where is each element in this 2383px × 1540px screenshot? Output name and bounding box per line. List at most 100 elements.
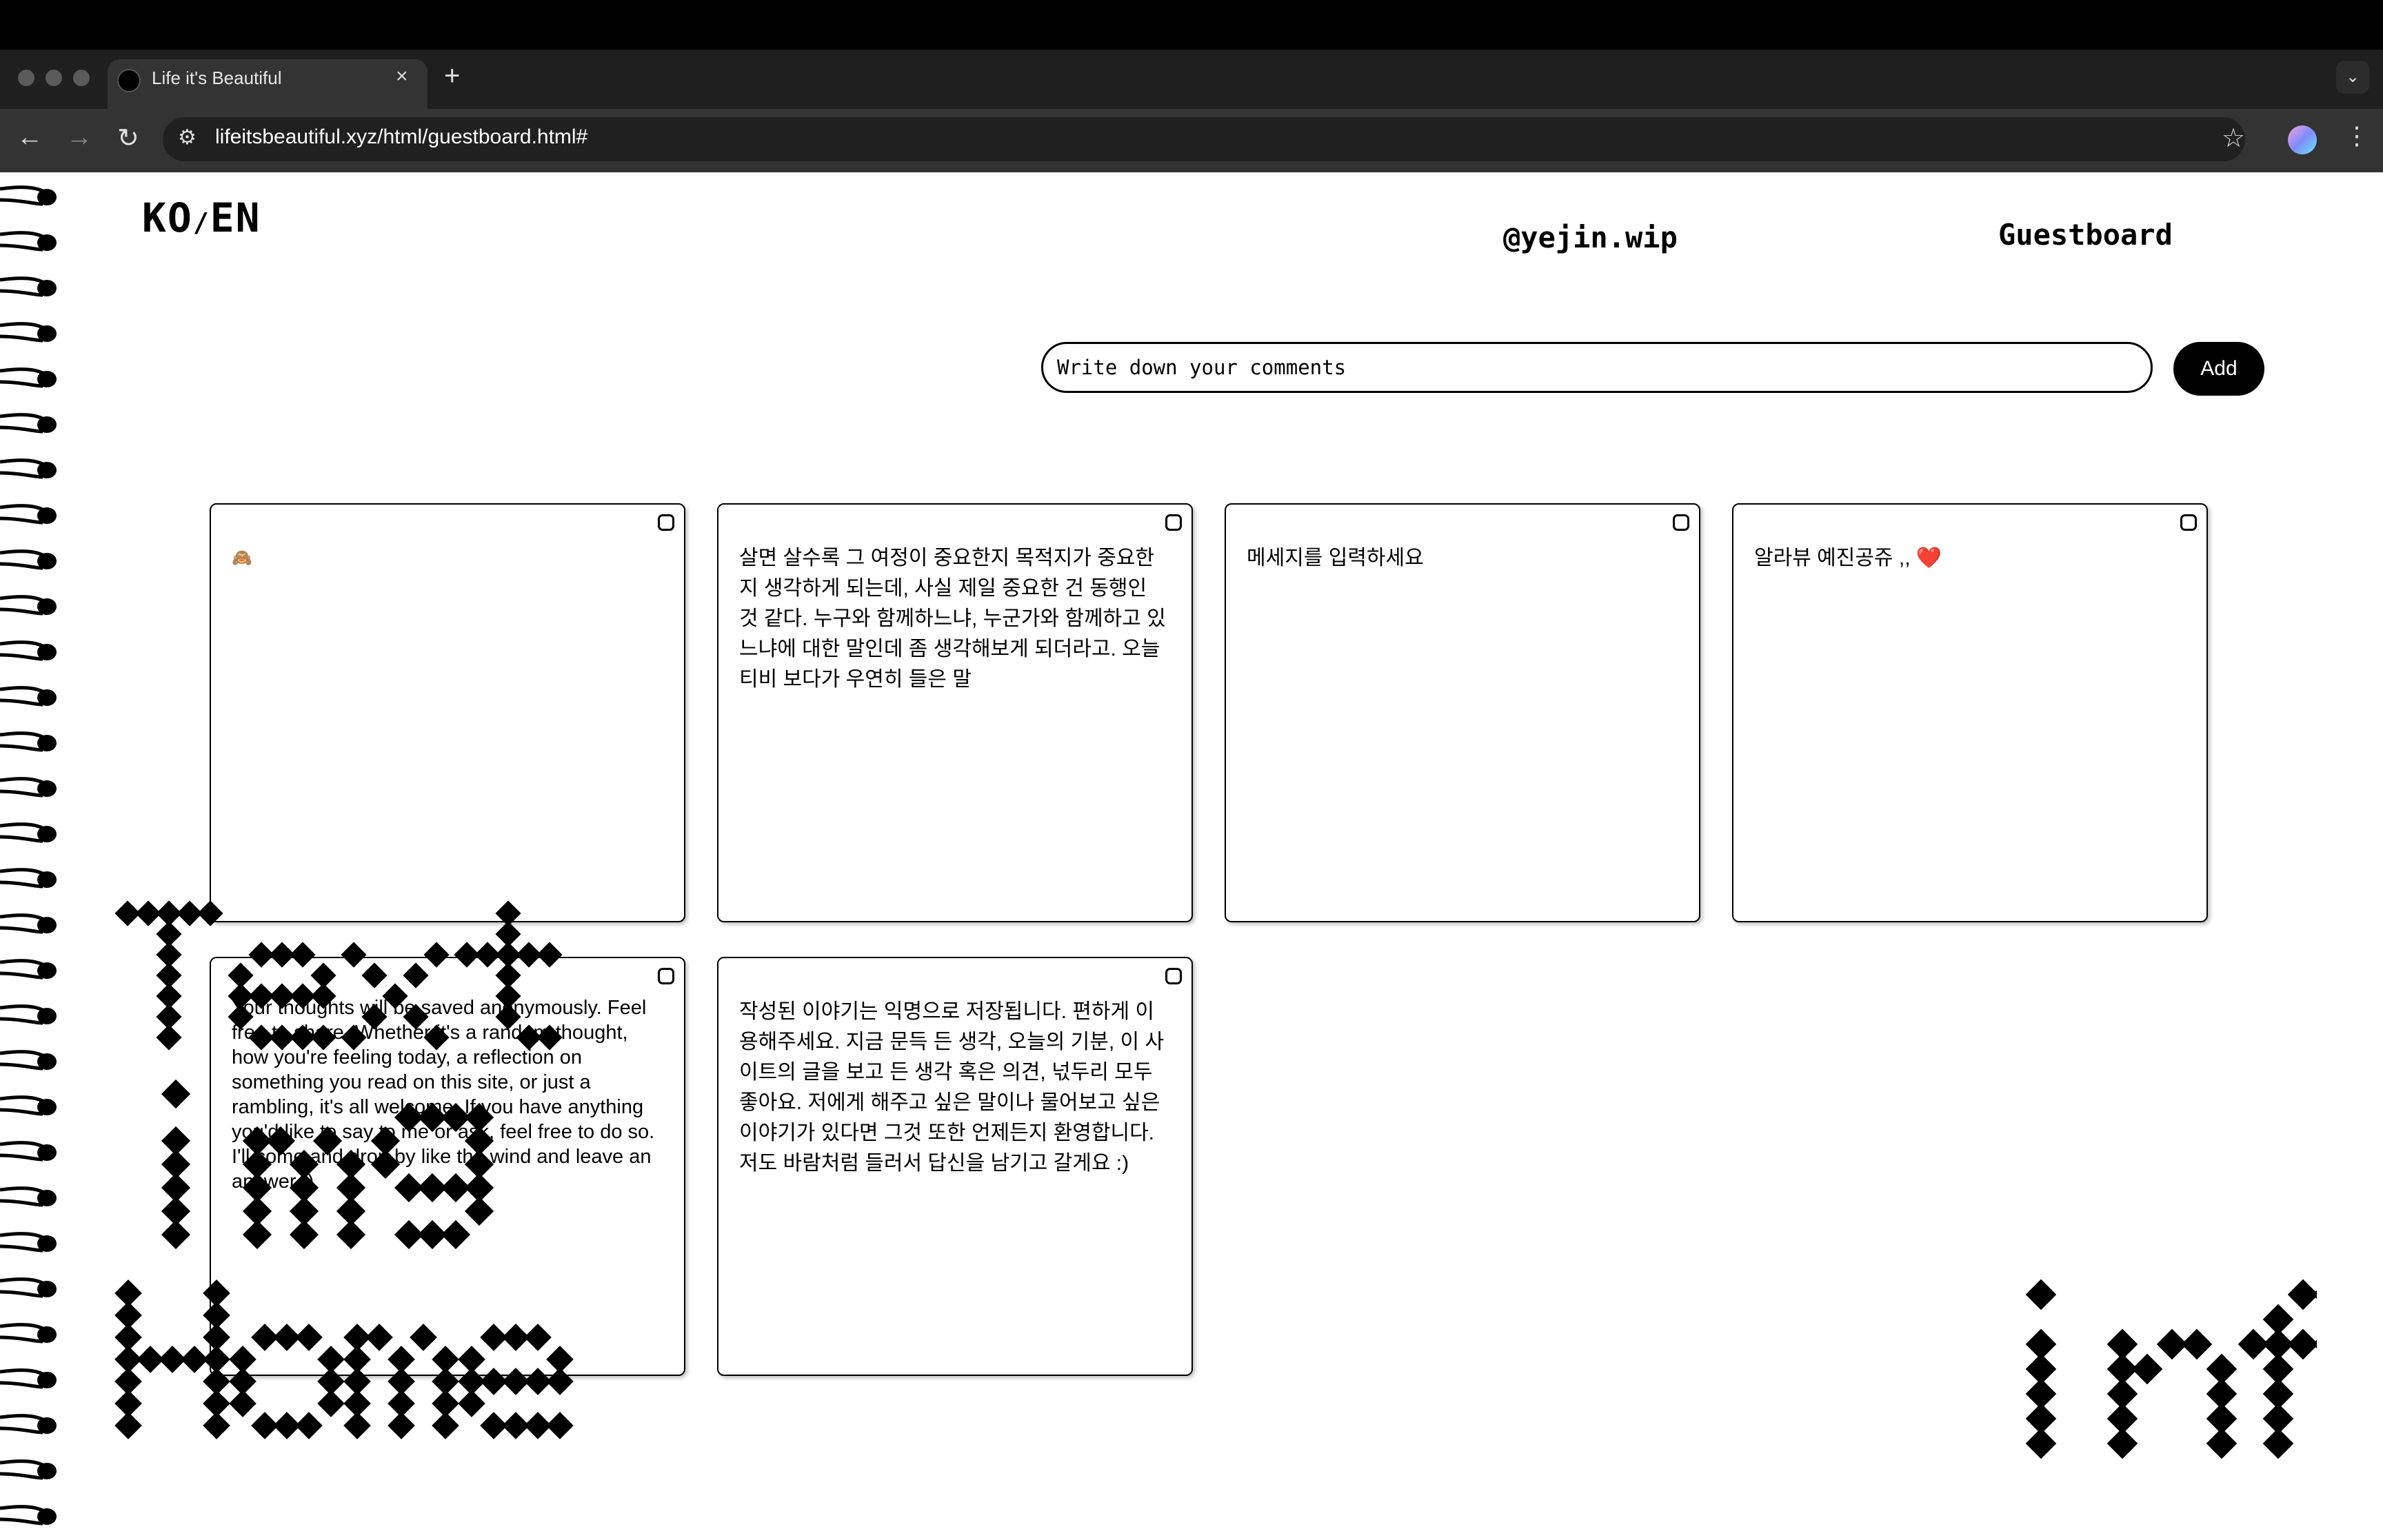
back-icon[interactable]: ← xyxy=(17,123,43,152)
spiral-binding xyxy=(0,185,57,1526)
bead-dot xyxy=(336,1219,366,1250)
lang-en[interactable]: EN xyxy=(210,194,261,241)
bead-dot xyxy=(317,1390,345,1417)
nav-home-link[interactable] xyxy=(114,1279,574,1439)
bead-dot xyxy=(114,1412,142,1439)
browser-menu-icon[interactable]: ⋮ xyxy=(2344,121,2369,150)
bead-dot xyxy=(161,1079,191,1109)
tab-close-icon[interactable]: × xyxy=(396,65,408,88)
bead-dot xyxy=(546,1412,574,1439)
guestboard-link[interactable]: Guestboard xyxy=(1998,218,2173,252)
bead-dot xyxy=(312,1126,343,1156)
bead-dot xyxy=(403,1004,429,1030)
card-checkbox[interactable] xyxy=(2180,514,2197,531)
favicon-icon xyxy=(117,69,141,92)
comment-card: 🙈 xyxy=(210,503,685,922)
bead-dot xyxy=(546,1368,574,1395)
nav-text-link[interactable] xyxy=(114,900,563,1051)
bead-dot xyxy=(495,1004,521,1030)
bead-dot xyxy=(403,962,429,989)
bead-dot xyxy=(382,983,408,1009)
window-close-dot[interactable] xyxy=(18,70,34,86)
card-message: 살면 살수록 그 여정이 중요한지 목적지가 중요한지 생각하게 되는데, 사실… xyxy=(739,547,1166,691)
card-checkbox[interactable] xyxy=(1673,514,1689,531)
bead-dot xyxy=(228,1004,254,1030)
nav-info-link[interactable] xyxy=(2025,1279,2317,1459)
beaded-nav-left xyxy=(114,900,574,1439)
card-message: 🙈 xyxy=(232,549,252,567)
comment-card: 알라뷰 예진공쥬 ,, ❤️ xyxy=(1732,503,2208,922)
bead-dot xyxy=(370,1149,401,1179)
tab-title: Life it's Beautiful xyxy=(152,68,282,88)
bead-dot xyxy=(290,942,316,968)
card-message: 메세지를 입력하세요 xyxy=(1247,547,1424,569)
bead-dot xyxy=(441,1219,471,1250)
bead-dot xyxy=(423,942,450,968)
comment-input[interactable] xyxy=(1041,342,2153,393)
bead-dot xyxy=(341,942,367,968)
comment-card: 작성된 이야기는 익명으로 저장됩니다. 편하게 이용해주세요. 지금 문득 든… xyxy=(717,957,1193,1376)
bead-dot xyxy=(458,1390,485,1417)
lang-separator: / xyxy=(192,207,210,238)
bead-dot xyxy=(2312,1339,2317,1349)
bead-dot xyxy=(310,1024,336,1051)
reload-icon[interactable]: ↻ xyxy=(117,123,139,154)
nav-img-link[interactable] xyxy=(161,1079,494,1250)
bead-dot xyxy=(2181,1328,2213,1360)
card-message: 알라뷰 예진공쥬 ,, ❤️ xyxy=(1754,547,1942,569)
bead-dot xyxy=(295,1324,323,1351)
bead-dot xyxy=(536,1024,563,1051)
bead-dot xyxy=(265,1126,296,1156)
bead-dot xyxy=(2262,1428,2294,1459)
bead-dot xyxy=(2131,1353,2163,1385)
bead-dot xyxy=(2287,1279,2317,1310)
bead-dot xyxy=(361,1004,388,1030)
add-button[interactable]: Add xyxy=(2173,342,2264,396)
bead-dot xyxy=(310,983,336,1009)
bead-dot xyxy=(203,1412,230,1439)
bead-dot xyxy=(2107,1428,2138,1459)
bead-dot xyxy=(524,1324,552,1351)
bead-dot xyxy=(365,1324,393,1351)
bead-dot xyxy=(423,1024,450,1051)
bead-dot xyxy=(2312,1290,2317,1299)
profile-avatar[interactable] xyxy=(2288,125,2317,154)
os-menu-bar xyxy=(0,0,2383,50)
bead-dot xyxy=(229,1390,257,1417)
bead-dot xyxy=(161,1219,191,1250)
window-maximize-dot[interactable] xyxy=(73,70,90,86)
bead-dot xyxy=(197,900,223,926)
instagram-handle-link[interactable]: @yejin.wip xyxy=(1503,221,1678,254)
bead-dot xyxy=(2025,1279,2057,1310)
bead-dot xyxy=(343,1412,371,1439)
bead-dot xyxy=(536,942,563,968)
card-checkbox[interactable] xyxy=(1165,514,1182,531)
bead-dot xyxy=(2206,1428,2238,1459)
bead-dot xyxy=(295,1412,323,1439)
bead-dot xyxy=(2025,1428,2057,1459)
comment-card: 살면 살수록 그 여정이 중요한지 목적지가 중요한지 생각하게 되는데, 사실… xyxy=(717,503,1193,922)
bead-dot xyxy=(341,1024,367,1051)
bead-dot xyxy=(388,1412,415,1439)
lang-ko[interactable]: KO xyxy=(142,194,193,241)
card-message: 작성된 이야기는 익명으로 저장됩니다. 편하게 이용해주세요. 지금 문득 든… xyxy=(739,1000,1166,1175)
language-toggle[interactable]: KO/EN xyxy=(142,194,261,241)
site-info-icon[interactable]: ⚙ xyxy=(178,125,197,150)
bead-dot xyxy=(2287,1328,2317,1360)
card-checkbox[interactable] xyxy=(658,968,674,984)
bead-dot xyxy=(464,1196,494,1226)
beaded-nav-right xyxy=(2025,1279,2317,1459)
card-checkbox[interactable] xyxy=(1165,968,1182,984)
bead-dot xyxy=(289,1219,319,1250)
bead-dot xyxy=(242,1219,272,1250)
bead-dot xyxy=(156,1024,182,1051)
comment-card: 메세지를 입력하세요 xyxy=(1225,503,1700,922)
bookmark-star-icon[interactable]: ☆ xyxy=(2222,123,2245,154)
window-minimize-dot[interactable] xyxy=(46,70,62,86)
forward-icon[interactable]: → xyxy=(66,123,92,152)
bead-dot xyxy=(361,962,388,989)
new-tab-icon[interactable]: + xyxy=(444,61,460,92)
tab-search-icon[interactable]: ⌄ xyxy=(2336,61,2369,94)
card-checkbox[interactable] xyxy=(658,514,674,531)
url-text[interactable]: lifeitsbeautiful.xyz/html/guestboard.htm… xyxy=(215,125,587,149)
